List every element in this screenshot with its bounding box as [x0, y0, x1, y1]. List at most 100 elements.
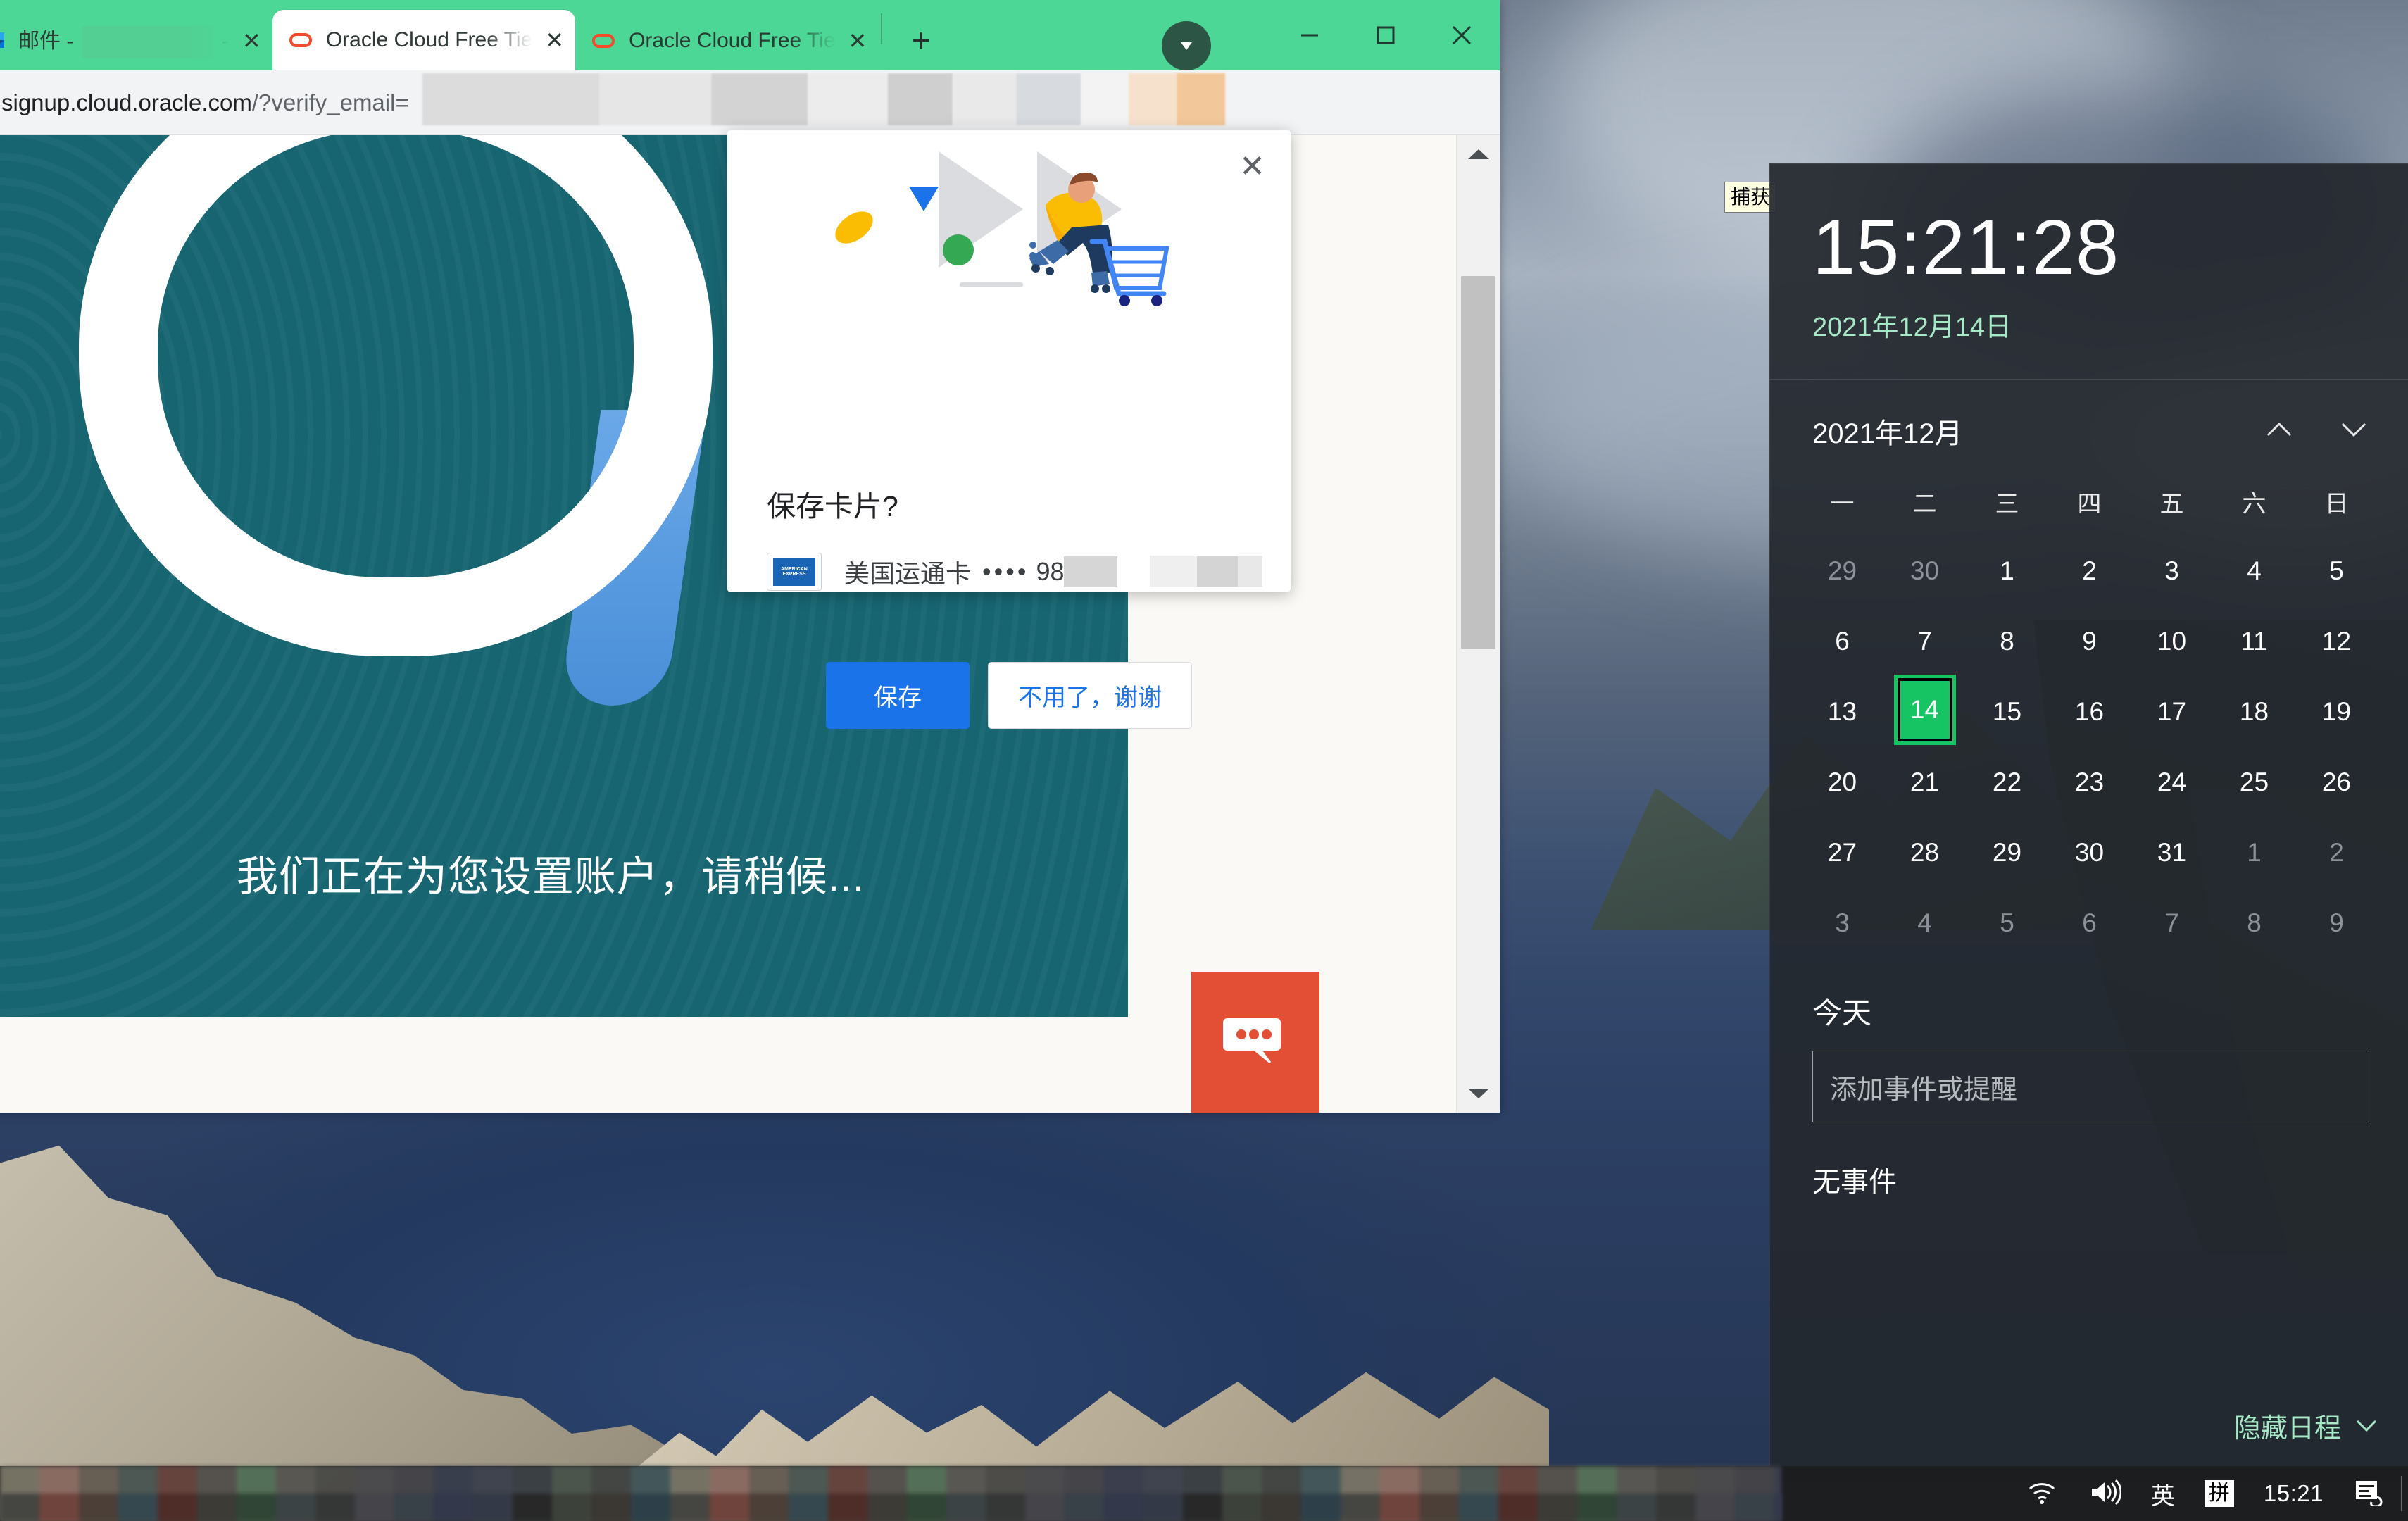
action-center-icon[interactable]	[2353, 1478, 2384, 1510]
profile-dropdown-button[interactable]	[1162, 21, 1211, 70]
tab-close-icon[interactable]: ✕	[242, 30, 261, 52]
calendar-weekday-3: 四	[2077, 490, 2102, 518]
calendar-weekday-1: 二	[1912, 490, 1937, 518]
close-button[interactable]	[1424, 0, 1500, 70]
scroll-up-arrow[interactable]	[1457, 146, 1500, 162]
chevron-down-icon	[1181, 42, 1192, 50]
calendar-day[interactable]: 20	[1809, 749, 1876, 816]
scroll-down-arrow[interactable]	[1457, 1086, 1500, 1101]
calendar-day[interactable]: 4	[2221, 537, 2288, 605]
maximize-button[interactable]	[1348, 0, 1424, 70]
dialog-title: 保存卡片?	[767, 490, 898, 522]
oracle-logo-mark	[79, 135, 713, 656]
agenda-today-header: 今天	[1812, 996, 1872, 1029]
card-expiry-redaction	[1150, 556, 1262, 587]
calendar-day[interactable]: 5	[1974, 889, 2041, 957]
calendar-day[interactable]: 1	[2221, 819, 2288, 887]
calendar-day[interactable]: 24	[2138, 749, 2206, 816]
add-event-input[interactable]: 添加事件或提醒	[1812, 1051, 2369, 1122]
calendar-weekday-5: 六	[2242, 490, 2266, 518]
calendar-day[interactable]: 5	[2303, 537, 2371, 605]
clock-zone: 15:21:28 2021年12月14日	[1770, 164, 2408, 380]
calendar-day[interactable]: 17	[2138, 678, 2206, 746]
browser-tab-oracle-2[interactable]: Oracle Cloud Free Tie ✕	[575, 11, 878, 70]
taskbar: 英 拼 15:21	[0, 1466, 2408, 1521]
chevron-down-icon	[2354, 1410, 2379, 1441]
calendar-day[interactable]: 2	[2056, 537, 2124, 605]
calendar-day[interactable]: 4	[1891, 889, 1959, 957]
calendar-day[interactable]: 29	[1809, 537, 1876, 605]
tab-title: 邮件 - - Out	[18, 23, 230, 59]
calendar-day[interactable]: 22	[1974, 749, 2041, 816]
taskbar-blurred-region-lower	[0, 1494, 1781, 1521]
calendar-day[interactable]: 8	[2221, 889, 2288, 957]
calendar-day[interactable]: 31	[2138, 819, 2206, 887]
calendar-day[interactable]: 25	[2221, 749, 2288, 816]
minimize-button[interactable]	[1272, 0, 1348, 70]
calendar-day[interactable]: 9	[2056, 608, 2124, 675]
calendar-month-label[interactable]: 2021年12月	[1812, 411, 1962, 451]
show-desktop-strip[interactable]	[2401, 1476, 2402, 1511]
calendar-day[interactable]: 27	[1809, 819, 1876, 887]
calendar-day[interactable]: 2	[2303, 819, 2371, 887]
browser-tabstrip: 邮件 - - Out ✕ Oracle Cloud Free Tie ✕ Ora…	[0, 0, 1500, 70]
calendar-day[interactable]: 26	[2303, 749, 2371, 816]
calendar-day[interactable]: 29	[1974, 819, 2041, 887]
calendar-day-grid: 29 30 1 2 3 4 5 6 7 8 9 10 11 12 13 14 15 16 17 18 19 20 21 22 2…	[1770, 526, 2408, 957]
new-tab-button[interactable]: +	[898, 17, 944, 63]
calendar-day[interactable]: 16	[2056, 678, 2124, 746]
calendar-day[interactable]: 30	[1891, 537, 1959, 605]
calendar-day[interactable]: 7	[2138, 889, 2206, 957]
calendar-day[interactable]: 15	[1974, 678, 2041, 746]
calendar-day-today[interactable]: 14	[1893, 675, 1956, 745]
speaker-icon[interactable]	[2088, 1479, 2122, 1509]
calendar-day[interactable]: 7	[1891, 608, 1959, 675]
clock-calendar-flyout: 15:21:28 2021年12月14日 2021年12月 一二三四五六日 29…	[1769, 163, 2408, 1482]
calendar-day[interactable]: 13	[1809, 678, 1876, 746]
card-number-redaction	[1064, 556, 1118, 587]
hide-agenda-label: 隐藏日程	[2233, 1414, 2341, 1444]
tab-title: Oracle Cloud Free Tie	[629, 29, 836, 52]
calendar-day[interactable]: 3	[2138, 537, 2206, 605]
page-scrollbar[interactable]	[1456, 135, 1500, 1113]
calendar-day[interactable]: 3	[1809, 889, 1876, 957]
window-controls	[1272, 0, 1500, 70]
address-bar[interactable]: signup.cloud.oracle.com/?verify_email=	[0, 70, 1500, 135]
scrollbar-thumb[interactable]	[1461, 276, 1495, 649]
ime-language-indicator[interactable]: 英	[2151, 1477, 2175, 1511]
wifi-icon[interactable]	[2026, 1479, 2058, 1509]
capture-tooltip: 捕获	[1724, 182, 1777, 213]
calendar-day[interactable]: 21	[1891, 749, 1959, 816]
tab-title-redaction	[82, 26, 213, 59]
calendar-nav-group	[2264, 420, 2369, 443]
calendar-day[interactable]: 6	[1809, 608, 1876, 675]
calendar-day[interactable]: 30	[2056, 819, 2124, 887]
calendar-day[interactable]: 11	[2221, 608, 2288, 675]
chat-support-widget[interactable]	[1191, 972, 1319, 1113]
calendar-day[interactable]: 28	[1891, 819, 1959, 887]
chevron-down-icon[interactable]	[2338, 420, 2369, 443]
decline-button[interactable]: 不用了，谢谢	[988, 662, 1192, 729]
chevron-up-icon[interactable]	[2264, 420, 2295, 443]
calendar-day[interactable]: 23	[2056, 749, 2124, 816]
hide-agenda-button[interactable]: 隐藏日程	[2234, 1406, 2379, 1445]
tab-close-icon[interactable]: ✕	[848, 30, 867, 52]
card-last-digits: 98	[1036, 557, 1065, 586]
tab-close-icon[interactable]: ✕	[545, 29, 564, 51]
calendar-day[interactable]: 19	[2303, 678, 2371, 746]
calendar-day[interactable]: 18	[2221, 678, 2288, 746]
calendar-day[interactable]: 8	[1974, 608, 2041, 675]
browser-tab-oracle-active[interactable]: Oracle Cloud Free Tie ✕	[272, 10, 576, 70]
ime-mode-indicator[interactable]: 拼	[2204, 1479, 2234, 1508]
calendar-day[interactable]: 10	[2138, 608, 2206, 675]
taskbar-clock[interactable]: 15:21	[2264, 1480, 2324, 1507]
dialog-actions: 保存 不用了，谢谢	[727, 662, 1291, 729]
calendar-day[interactable]: 9	[2303, 889, 2371, 957]
browser-tab-outlook[interactable]: 邮件 - - Out ✕	[0, 11, 272, 70]
calendar-day[interactable]: 12	[2303, 608, 2371, 675]
calendar-day[interactable]: 1	[1974, 537, 2041, 605]
screen: 邮件 - - Out ✕ Oracle Cloud Free Tie ✕ Ora…	[0, 0, 2408, 1521]
calendar-day[interactable]: 6	[2056, 889, 2124, 957]
card-mask: ••••	[982, 557, 1029, 586]
save-button[interactable]: 保存	[826, 662, 970, 729]
